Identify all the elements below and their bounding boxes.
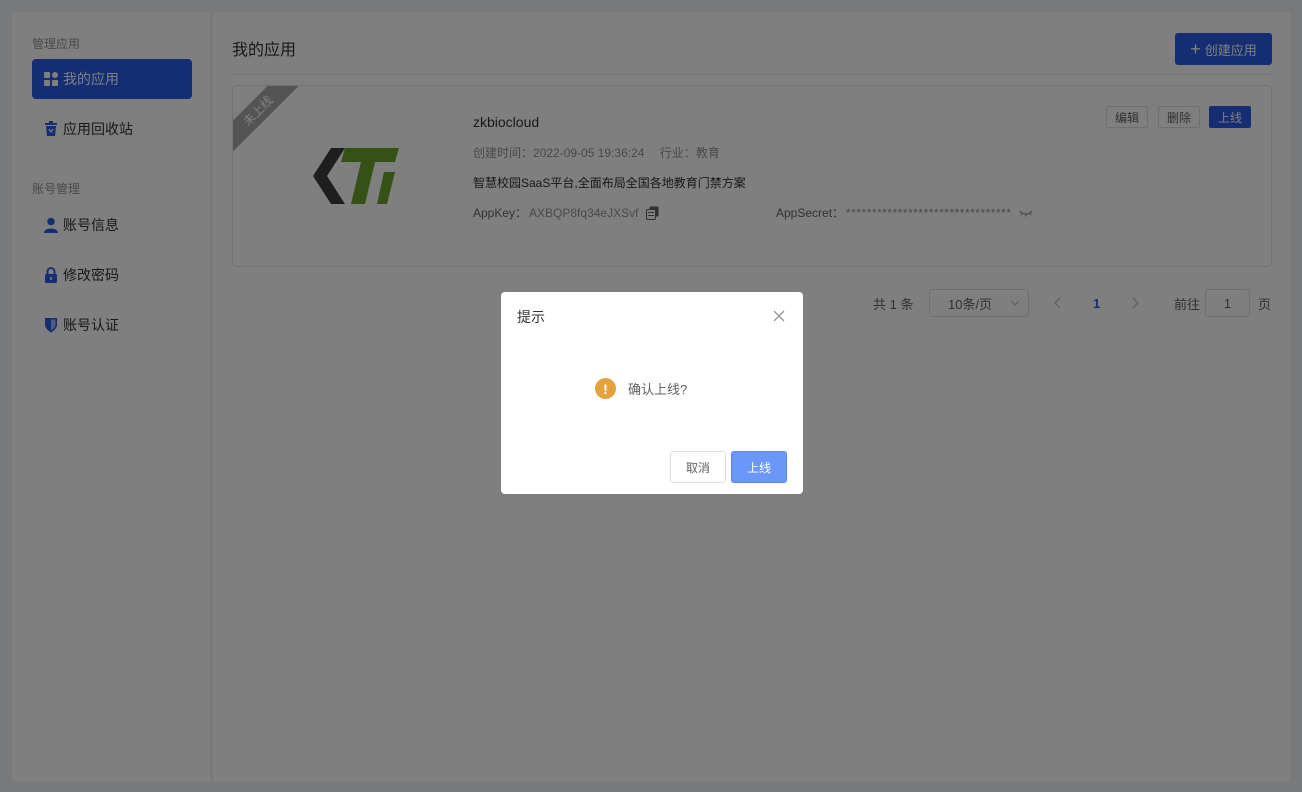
dialog-title: 提示 xyxy=(517,309,545,325)
warning-icon: ! xyxy=(595,378,616,399)
cancel-button[interactable]: 取消 xyxy=(670,451,726,483)
dialog-message-row: ! 确认上线? xyxy=(595,378,687,399)
close-icon[interactable] xyxy=(771,308,787,324)
confirm-dialog: 提示 ! 确认上线? 取消 上线 xyxy=(501,292,803,494)
dialog-message: 确认上线? xyxy=(628,382,688,397)
confirm-online-button[interactable]: 上线 xyxy=(731,451,787,483)
